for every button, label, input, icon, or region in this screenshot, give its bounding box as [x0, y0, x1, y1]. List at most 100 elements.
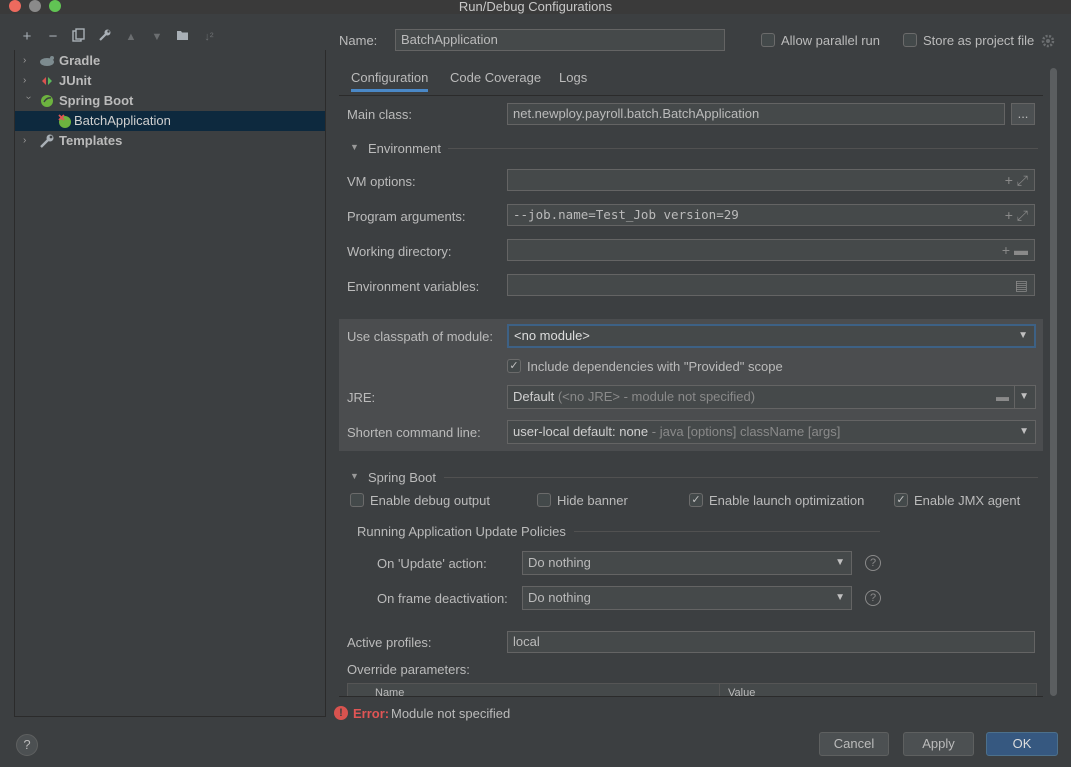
- content-bottom-border: [339, 696, 1043, 697]
- update-action-dropdown[interactable]: Do nothing ▼: [522, 551, 852, 575]
- hide-banner-label: Hide banner: [557, 493, 628, 508]
- copy-icon[interactable]: [70, 28, 88, 46]
- sort-icon[interactable]: ↓²: [200, 28, 218, 46]
- debug-output-label: Enable debug output: [370, 493, 490, 508]
- chevron-right-icon[interactable]: ›: [23, 131, 33, 151]
- chevron-down-icon: ▼: [1019, 426, 1029, 437]
- folder-icon[interactable]: + ▬: [1002, 240, 1028, 260]
- expand-icons[interactable]: + ⤢: [1005, 205, 1028, 225]
- vm-options-input[interactable]: + ⤢: [507, 169, 1035, 191]
- tree-item-gradle[interactable]: › Gradle: [15, 51, 325, 71]
- environment-variables-label: Environment variables:: [347, 279, 480, 294]
- vm-options-label: VM options:: [347, 174, 416, 189]
- tab-configuration[interactable]: Configuration: [351, 68, 429, 92]
- move-up-icon[interactable]: ▲: [122, 28, 140, 46]
- environment-variables-input[interactable]: ▤: [507, 274, 1035, 296]
- store-project-checkbox[interactable]: [903, 33, 917, 47]
- apply-button[interactable]: Apply: [903, 732, 974, 756]
- minimize-window-button[interactable]: [29, 0, 41, 12]
- shorten-command-line-label: Shorten command line:: [347, 425, 481, 440]
- jre-hint: (<no JRE> - module not specified): [557, 389, 756, 404]
- active-profiles-input[interactable]: local: [507, 631, 1035, 653]
- collapse-spring-boot-icon[interactable]: ▼: [350, 471, 359, 481]
- shorten-hint: - java [options] className [args]: [651, 424, 841, 439]
- collapse-environment-icon[interactable]: ▼: [350, 142, 359, 152]
- launch-optimization-label: Enable launch optimization: [709, 493, 865, 508]
- spring-boot-section-title: Spring Boot: [368, 470, 436, 485]
- help-icon[interactable]: ?: [865, 555, 881, 571]
- edit-list-icon[interactable]: ▤: [1015, 275, 1028, 295]
- gradle-icon: [40, 56, 54, 66]
- frame-deactivation-label: On frame deactivation:: [377, 591, 508, 606]
- jmx-agent-checkbox[interactable]: ✓: [894, 493, 908, 507]
- include-dependencies-label: Include dependencies with "Provided" sco…: [527, 359, 783, 374]
- tree-item-label: Spring Boot: [59, 93, 134, 108]
- scrollbar[interactable]: [1050, 68, 1057, 696]
- shorten-command-line-dropdown[interactable]: user-local default: none - java [options…: [507, 420, 1036, 444]
- chevron-right-icon[interactable]: ›: [23, 51, 33, 71]
- jre-dropdown[interactable]: Default (<no JRE> - module not specified…: [507, 385, 1036, 409]
- name-input[interactable]: BatchApplication: [395, 29, 725, 51]
- frame-deactivation-value: Do nothing: [528, 590, 591, 605]
- wrench-icon: [40, 134, 54, 148]
- wrench-icon[interactable]: [96, 28, 114, 46]
- program-arguments-input[interactable]: --job.name=Test_Job version=29 + ⤢: [507, 204, 1035, 226]
- allow-parallel-label: Allow parallel run: [781, 33, 880, 48]
- new-folder-icon[interactable]: [174, 28, 192, 46]
- move-down-icon[interactable]: ▼: [148, 28, 166, 46]
- tree-item-spring-boot[interactable]: › Spring Boot: [15, 91, 325, 111]
- ok-button[interactable]: OK: [986, 732, 1058, 756]
- tab-logs[interactable]: Logs: [559, 68, 587, 92]
- tree-item-templates[interactable]: › Templates: [15, 131, 325, 151]
- tab-code-coverage[interactable]: Code Coverage: [450, 68, 541, 92]
- tree-item-label: Templates: [59, 133, 123, 148]
- close-window-button[interactable]: [9, 0, 21, 12]
- chevron-down-icon: ▼: [835, 592, 845, 603]
- launch-optimization-checkbox[interactable]: ✓: [689, 493, 703, 507]
- chevron-right-icon[interactable]: ›: [23, 71, 33, 91]
- divider: [1014, 386, 1015, 408]
- junit-icon: [42, 77, 52, 85]
- jre-value: Default: [513, 389, 555, 404]
- chevron-down-icon: ▼: [1018, 330, 1028, 341]
- add-icon[interactable]: +: [18, 28, 36, 46]
- remove-icon[interactable]: −: [44, 28, 62, 46]
- override-parameters-label: Override parameters:: [347, 662, 470, 677]
- hide-banner-checkbox[interactable]: [537, 493, 551, 507]
- error-prefix: Error:: [353, 706, 390, 721]
- error-icon: !: [334, 706, 348, 720]
- classpath-value: <no module>: [514, 328, 590, 343]
- frame-deactivation-dropdown[interactable]: Do nothing ▼: [522, 586, 852, 610]
- expand-icons[interactable]: + ⤢: [1005, 170, 1028, 190]
- tree-item-label: Gradle: [59, 53, 101, 68]
- spring-boot-icon: [41, 95, 53, 107]
- folder-icon[interactable]: ▬: [996, 386, 1009, 408]
- help-icon[interactable]: ?: [865, 590, 881, 606]
- help-button[interactable]: ?: [16, 734, 38, 756]
- configuration-tree: › Gradle › JUnit › Spring Boot BatchAppl…: [14, 50, 326, 717]
- table-header-value: Value: [728, 687, 756, 696]
- column-divider: [719, 684, 720, 696]
- chevron-down-icon[interactable]: ▼: [1019, 386, 1029, 408]
- jmx-agent-label: Enable JMX agent: [914, 493, 1021, 508]
- allow-parallel-checkbox[interactable]: [761, 33, 775, 47]
- debug-output-checkbox[interactable]: [350, 493, 364, 507]
- gear-icon[interactable]: [1041, 34, 1055, 48]
- update-policies-title: Running Application Update Policies: [357, 524, 566, 539]
- title-bar: Run/Debug Configurations: [0, 0, 1071, 14]
- tree-item-junit[interactable]: › JUnit: [15, 71, 325, 91]
- override-parameters-table: Name Value: [347, 683, 1037, 696]
- tree-item-batchapplication[interactable]: BatchApplication: [15, 111, 325, 131]
- update-action-value: Do nothing: [528, 555, 591, 570]
- working-directory-input[interactable]: + ▬: [507, 239, 1035, 261]
- cancel-button[interactable]: Cancel: [819, 732, 889, 756]
- classpath-dropdown[interactable]: <no module> ▼: [507, 324, 1036, 348]
- main-class-label: Main class:: [347, 107, 413, 122]
- include-dependencies-checkbox[interactable]: ✓: [507, 359, 521, 373]
- store-project-label: Store as project file: [923, 33, 1035, 48]
- section-divider: [448, 148, 1038, 149]
- main-class-input[interactable]: net.newploy.payroll.batch.BatchApplicati…: [507, 103, 1005, 125]
- browse-button[interactable]: ...: [1011, 103, 1035, 125]
- maximize-window-button[interactable]: [49, 0, 61, 12]
- chevron-down-icon[interactable]: ›: [18, 96, 38, 106]
